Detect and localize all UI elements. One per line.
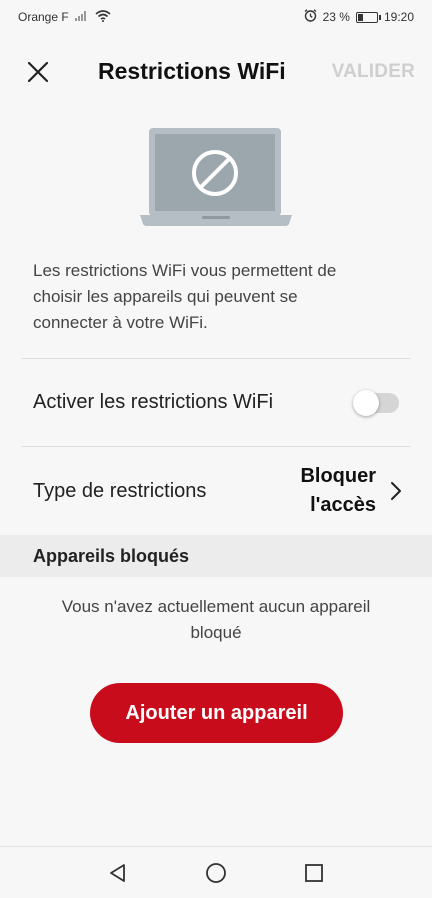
nav-back-button[interactable] <box>106 861 130 885</box>
enable-restrictions-toggle[interactable] <box>353 389 399 416</box>
laptop-blocked-illustration <box>0 128 432 230</box>
chevron-right-icon <box>391 482 401 500</box>
battery-fill <box>357 13 363 21</box>
nav-home-button[interactable] <box>204 861 228 885</box>
laptop-blocked-icon <box>140 128 292 226</box>
toggle-knob <box>353 389 379 416</box>
status-bar: Orange F 23 % 19:20 <box>0 0 432 34</box>
back-triangle-icon <box>110 863 125 882</box>
restriction-type-value: Bloquer l'accès <box>300 462 376 520</box>
alarm-icon <box>304 9 317 25</box>
home-circle-icon <box>206 862 226 883</box>
status-left: Orange F <box>18 9 111 25</box>
app-header: Restrictions WiFi VALIDER <box>0 34 432 112</box>
enable-restrictions-label: Activer les restrictions WiFi <box>33 391 274 413</box>
restriction-type-value-line2: l'accès <box>310 494 376 516</box>
battery-icon <box>355 11 381 23</box>
close-button[interactable] <box>22 56 54 88</box>
page-title: Restrictions WiFi <box>98 58 286 84</box>
carrier-name: Orange F <box>18 10 69 24</box>
restrictions-description: Les restrictions WiFi vous permettent de… <box>33 261 337 332</box>
clock-time: 19:20 <box>383 10 414 24</box>
recents-square-icon <box>305 863 323 882</box>
restriction-type-value-wrap: Bloquer l'accès <box>300 462 402 520</box>
enable-restrictions-row[interactable]: Activer les restrictions WiFi <box>0 359 432 446</box>
signal-icon <box>74 10 89 24</box>
restriction-type-value-line1: Bloquer <box>300 465 376 487</box>
wifi-icon <box>95 9 111 25</box>
add-device-button[interactable]: Ajouter un appareil <box>90 683 343 743</box>
status-right: 23 % 19:20 <box>304 9 414 25</box>
restriction-type-row[interactable]: Type de restrictions Bloquer l'accès <box>0 447 432 535</box>
close-icon <box>27 61 49 83</box>
system-nav-bar <box>0 846 432 898</box>
restriction-type-label: Type de restrictions <box>33 479 207 502</box>
validate-button[interactable]: VALIDER <box>332 61 415 83</box>
blocked-devices-header: Appareils bloqués <box>0 535 432 577</box>
battery-percent: 23 % <box>322 10 350 24</box>
nav-recents-button[interactable] <box>302 861 326 885</box>
no-blocked-devices-text: Vous n'avez actuellement aucun appareil … <box>61 597 371 642</box>
